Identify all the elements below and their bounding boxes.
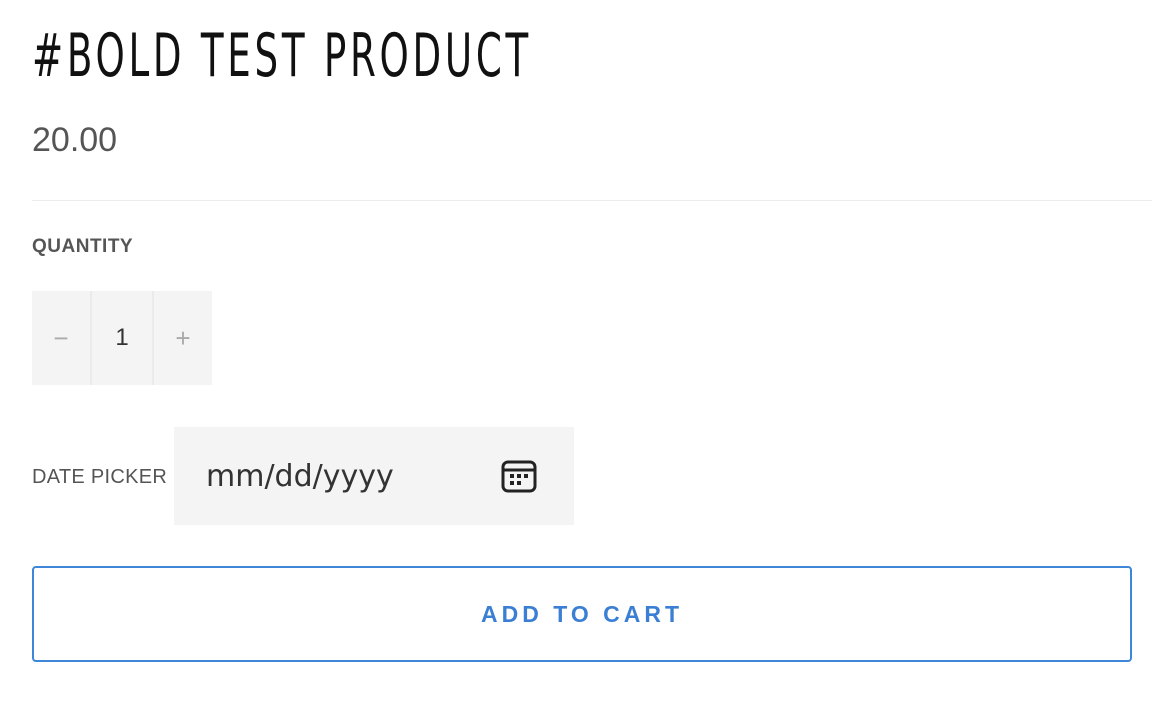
product-price: 20.00: [32, 121, 118, 159]
add-to-cart-button[interactable]: ADD TO CART: [32, 566, 1132, 662]
calendar-icon[interactable]: [500, 457, 538, 495]
date-input[interactable]: [206, 452, 486, 500]
quantity-decrement-button[interactable]: −: [32, 291, 92, 385]
date-picker-label: DATE PICKER: [32, 466, 168, 488]
add-to-cart-label: ADD TO CART: [480, 600, 683, 627]
quantity-label: QUANTITY: [32, 236, 134, 257]
quantity-stepper: − 1 +: [32, 291, 212, 385]
quantity-input[interactable]: 1: [92, 291, 154, 385]
date-picker-field: [174, 427, 574, 525]
product-title: #BOLD TEST PRODUCT: [32, 21, 532, 91]
divider: [32, 200, 1152, 201]
quantity-increment-button[interactable]: +: [154, 291, 212, 385]
